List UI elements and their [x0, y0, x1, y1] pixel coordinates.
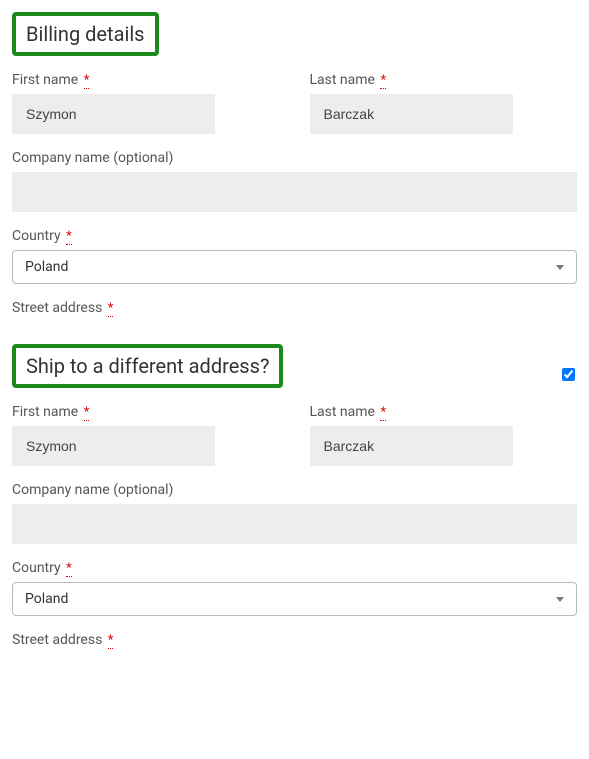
billing-country-select[interactable]: Poland	[12, 250, 577, 284]
shipping-first-name-input[interactable]	[12, 426, 215, 466]
required-mark: *	[380, 405, 386, 421]
shipping-company-input[interactable]	[12, 504, 577, 544]
required-mark: *	[108, 301, 114, 317]
shipping-section: Ship to a different address? First name …	[12, 344, 577, 648]
chevron-down-icon	[556, 597, 564, 602]
billing-last-name-label: Last name *	[310, 72, 578, 88]
ship-different-checkbox[interactable]	[562, 368, 575, 381]
shipping-country-value: Poland	[25, 591, 68, 607]
shipping-first-name-label: First name *	[12, 404, 280, 420]
required-mark: *	[66, 229, 72, 245]
billing-last-name-input[interactable]	[310, 94, 513, 134]
shipping-last-name-label: Last name *	[310, 404, 578, 420]
shipping-company-label: Company name (optional)	[12, 482, 577, 498]
billing-company-input[interactable]	[12, 172, 577, 212]
shipping-country-select[interactable]: Poland	[12, 582, 577, 616]
billing-street-label: Street address *	[12, 300, 577, 316]
shipping-country-label: Country *	[12, 560, 577, 576]
billing-section: Billing details First name * Last name *…	[12, 12, 577, 316]
required-mark: *	[380, 73, 386, 89]
required-mark: *	[108, 633, 114, 649]
required-mark: *	[84, 405, 90, 421]
billing-country-value: Poland	[25, 259, 68, 275]
billing-country-label: Country *	[12, 228, 577, 244]
shipping-street-label: Street address *	[12, 632, 577, 648]
billing-first-name-input[interactable]	[12, 94, 215, 134]
chevron-down-icon	[556, 265, 564, 270]
shipping-heading: Ship to a different address?	[12, 344, 283, 388]
billing-heading: Billing details	[12, 12, 159, 56]
shipping-last-name-input[interactable]	[310, 426, 513, 466]
billing-company-label: Company name (optional)	[12, 150, 577, 166]
billing-first-name-label: First name *	[12, 72, 280, 88]
required-mark: *	[84, 73, 90, 89]
required-mark: *	[66, 561, 72, 577]
